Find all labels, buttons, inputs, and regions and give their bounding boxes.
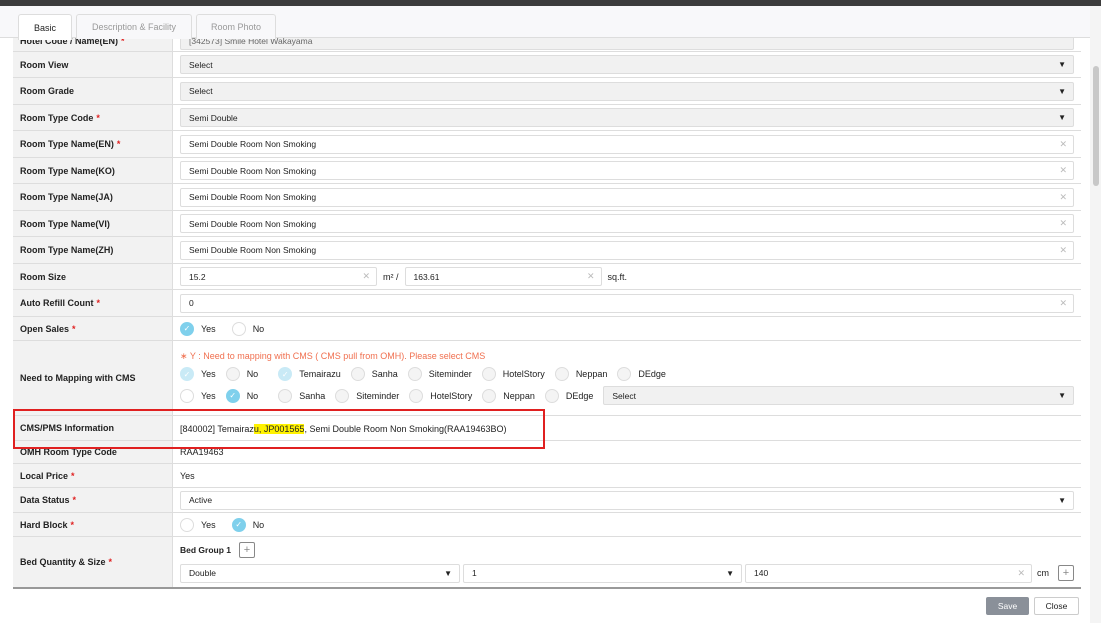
hard-block-no-radio[interactable]: ✓ No [231,517,264,532]
cms2-sanha-radio[interactable]: Sanha [278,388,325,403]
row-local-price: Local Price * Yes [13,464,1081,488]
open-sales-yes-radio[interactable]: ✓ Yes [180,321,216,336]
mapping2-yes-radio[interactable]: Yes [180,388,216,403]
row-open-sales: Open Sales * ✓ Yes No [13,317,1081,341]
room-view-select[interactable]: Select ▼ [180,55,1074,74]
dropdown-arrow-icon: ▼ [1058,495,1066,505]
clear-icon[interactable]: ✕ [1059,165,1067,176]
tab-basic[interactable]: Basic [18,14,72,40]
check-icon: ✓ [180,321,194,336]
open-sales-no-radio[interactable]: No [231,321,264,336]
close-button[interactable]: Close [1034,597,1079,615]
dropdown-arrow-icon: ▼ [726,568,734,578]
tab-room-photo[interactable]: Room Photo [196,14,276,39]
dropdown-arrow-icon: ▼ [1058,113,1066,122]
row-auto-refill: Auto Refill Count * 0 ✕ [13,290,1081,317]
clear-icon[interactable]: ✕ [1059,192,1067,203]
clear-icon[interactable]: ✕ [587,271,595,282]
name-ja-input[interactable]: Semi Double Room Non Smoking ✕ [180,187,1074,207]
name-vi-input[interactable]: Semi Double Room Non Smoking ✕ [180,214,1074,233]
cms2-neppan-radio[interactable]: Neppan [482,388,535,403]
auto-refill-input[interactable]: 0 ✕ [180,293,1074,313]
tab-bar: Basic Description & Facility Room Photo [0,6,1090,40]
row-name-zh: Room Type Name(ZH) Semi Double Room Non … [13,237,1081,264]
hard-block-yes-radio[interactable]: Yes [180,517,216,532]
data-status-select[interactable]: Active ▼ [180,490,1074,510]
clear-icon[interactable]: ✕ [1059,218,1067,229]
row-name-vi: Room Type Name(VI) Semi Double Room Non … [13,211,1081,237]
mapping-no-radio: No [225,367,258,381]
mapping2-no-radio[interactable]: ✓ No [225,388,258,403]
mapping-row-1: ✓ Yes No ✓ Temairazu Sanha Siteminder Hote… [180,367,1074,381]
cms-temairazu-radio: ✓ Temairazu [278,367,341,381]
row-name-en: Room Type Name(EN) * Semi Double Room Non… [13,131,1081,158]
bed-size-input[interactable]: 140 ✕ [745,563,1032,583]
clear-icon[interactable]: ✕ [1059,298,1067,309]
row-name-ko: Room Type Name(KO) Semi Double Room Non … [13,158,1081,184]
cms2-hotelstory-radio[interactable]: HotelStory [409,388,472,403]
mapping-note: ∗ Y : Need to mapping with CMS ( CMS pul… [180,351,486,361]
cms-dedge-radio: DEdge [617,367,666,381]
row-bed: Bed Quantity & Size * Bed Group 1 + Double… [13,537,1081,589]
cms-siteminder-radio: Siteminder [407,367,472,381]
row-room-grade: Room Grade Select ▼ [13,78,1081,105]
room-size-m2-input[interactable]: 15.2 ✕ [180,267,377,286]
row-mapping: Need to Mapping with CMS ∗ Y : Need to m… [13,341,1081,416]
tab-description-facility[interactable]: Description & Facility [76,14,192,39]
cms2-dedge-radio[interactable]: DEdge [544,388,593,403]
bed-quantity-select[interactable]: 1 ▼ [463,563,742,583]
clear-icon[interactable]: ✕ [1017,568,1025,579]
clear-icon[interactable]: ✕ [362,271,370,282]
row-room-size: Room Size 15.2 ✕ m² / 163.61 ✕ sq.ft. [13,264,1081,290]
mapping-yes-radio: ✓ Yes [180,367,216,381]
add-bed-button[interactable]: + [1058,565,1074,581]
room-form: Hotel Code / Name(EN) * [342573] Smile Ho… [13,30,1081,589]
scrollbar[interactable] [1090,6,1101,623]
dropdown-arrow-icon: ▼ [1058,60,1066,69]
clear-icon[interactable]: ✕ [1059,245,1067,256]
cms-hotelstory-radio: HotelStory [481,367,545,381]
cms-neppan-radio: Neppan [554,367,607,381]
cms-info-value: [840002] Temairazu, JP001565, Semi Doubl… [180,424,507,434]
dropdown-arrow-icon: ▼ [444,568,452,578]
room-type-code-select[interactable]: Semi Double ▼ [180,108,1074,127]
save-button[interactable]: Save [986,597,1029,615]
name-ko-input[interactable]: Semi Double Room Non Smoking ✕ [180,161,1074,180]
check-icon: ✓ [225,388,240,403]
mapping-row-2: Yes ✓ No Sanha Siteminder HotelStory Nepp… [180,386,1074,405]
scrollbar-thumb[interactable] [1093,66,1099,186]
row-room-type-code: Room Type Code * Semi Double ▼ [13,105,1081,131]
cms-select[interactable]: Select ▼ [603,386,1074,405]
row-name-ja: Room Type Name(JA) Semi Double Room Non … [13,184,1081,211]
row-cms-info: CMS/PMS Information [840002] Temairazu, … [13,416,1081,441]
room-size-sqft-input[interactable]: 163.61 ✕ [404,267,602,286]
cms2-siteminder-radio[interactable]: Siteminder [335,388,399,403]
row-room-view: Room View Select ▼ [13,52,1081,78]
row-hard-block: Hard Block * Yes ✓ No [13,513,1081,537]
name-zh-input[interactable]: Semi Double Room Non Smoking ✕ [180,240,1074,260]
check-icon: ✓ [231,517,246,532]
room-grade-select[interactable]: Select ▼ [180,81,1074,101]
cms-sanha-radio: Sanha [350,367,398,381]
name-en-input[interactable]: Semi Double Room Non Smoking ✕ [180,134,1074,154]
dropdown-arrow-icon: ▼ [1058,86,1066,96]
row-data-status: Data Status * Active ▼ [13,488,1081,513]
bed-type-select[interactable]: Double ▼ [180,563,460,583]
row-omh-code: OMH Room Type Code RAA19463 [13,441,1081,464]
dropdown-arrow-icon: ▼ [1058,391,1066,400]
add-bed-group-button[interactable]: + [239,541,256,558]
clear-icon[interactable]: ✕ [1059,139,1067,150]
